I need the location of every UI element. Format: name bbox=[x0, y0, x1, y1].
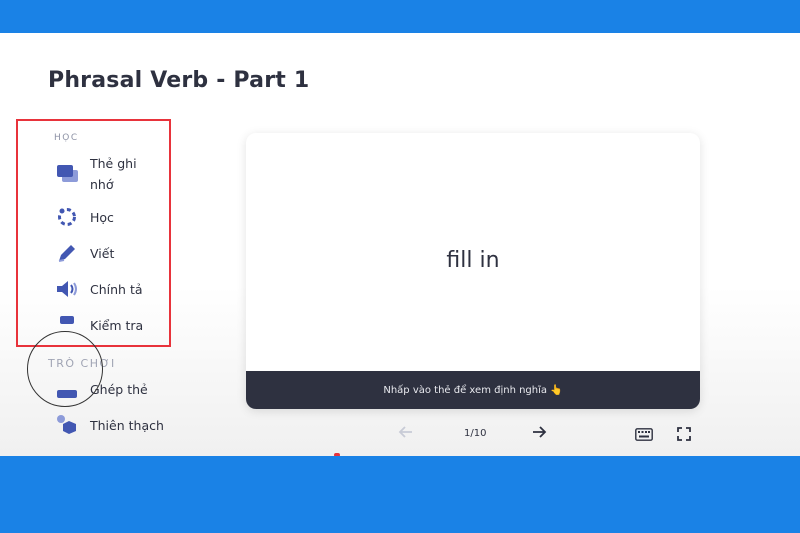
sidebar-item-learn[interactable]: Học bbox=[54, 205, 114, 229]
sidebar-item-gravity[interactable]: Thiên thạch bbox=[54, 413, 164, 437]
spell-icon bbox=[54, 277, 80, 301]
flashcards-icon bbox=[54, 162, 80, 186]
main-content: Phrasal Verb - Part 1 HỌC Thẻ ghi nhớ Họ… bbox=[0, 33, 800, 456]
previous-arrow-icon[interactable] bbox=[398, 424, 414, 444]
keyboard-shortcuts-icon[interactable] bbox=[635, 426, 653, 445]
sidebar-item-flashcards[interactable]: Thẻ ghi nhớ bbox=[54, 153, 148, 195]
sidebar-item-label: Viết bbox=[90, 245, 115, 261]
next-arrow-icon[interactable] bbox=[531, 424, 547, 444]
sidebar-item-label: Thiên thạch bbox=[90, 417, 164, 433]
flashcard-hint: Nhấp vào thẻ để xem định nghĩa 👆 bbox=[246, 371, 700, 409]
sidebar-item-write[interactable]: Viết bbox=[54, 241, 114, 265]
sidebar-item-spell[interactable]: Chính tả bbox=[54, 277, 143, 301]
bottom-blue-band bbox=[0, 456, 800, 533]
fullscreen-icon[interactable] bbox=[677, 426, 691, 445]
learn-icon bbox=[54, 205, 80, 229]
sidebar-item-label: Thẻ ghi nhớ bbox=[90, 156, 137, 192]
sidebar-item-label: Chính tả bbox=[90, 281, 143, 297]
top-blue-band bbox=[0, 0, 800, 33]
page-title: Phrasal Verb - Part 1 bbox=[48, 68, 310, 93]
sidebar-item-label: Học bbox=[90, 209, 114, 225]
gravity-icon bbox=[54, 413, 80, 437]
card-counter: 1/10 bbox=[464, 428, 487, 439]
flashcard[interactable]: fill in Nhấp vào thẻ để xem định nghĩa 👆 bbox=[246, 133, 700, 409]
study-section-label: HỌC bbox=[54, 133, 79, 143]
sidebar-item-label: Kiểm tra bbox=[90, 317, 144, 333]
flashcard-term: fill in bbox=[446, 248, 500, 273]
cursor-highlight-circle bbox=[27, 331, 103, 407]
write-icon bbox=[54, 241, 80, 265]
